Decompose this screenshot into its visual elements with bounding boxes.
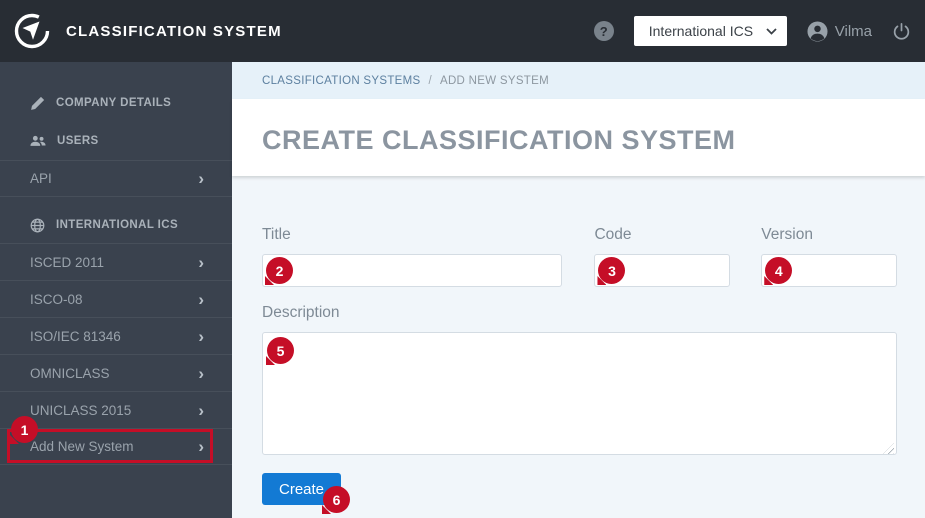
page-title: CREATE CLASSIFICATION SYSTEM [262,125,736,155]
annotation-badge-1: 1 [11,416,38,443]
chevron-right-icon: › [198,437,204,456]
sidebar-item-api[interactable]: API › [0,160,232,197]
sidebar-group-international-ics[interactable]: INTERNATIONAL ICS [0,207,232,243]
annotation-badge-2: 2 [266,257,293,284]
app-title: CLASSIFICATION SYSTEM [66,22,282,40]
chevron-right-icon: › [198,363,204,383]
description-textarea[interactable] [262,332,897,455]
description-field-group: Description 5 [262,304,897,460]
sidebar-item-label: USERS [57,135,99,147]
description-label: Description [262,304,340,321]
annotation-badge-6: 6 [323,486,350,513]
chevron-right-icon: › [198,400,204,420]
title-input[interactable] [262,254,563,287]
sidebar-item-isced-2011[interactable]: ISCED 2011 › [0,243,232,280]
sidebar-item-label: COMPANY DETAILS [56,97,172,109]
help-icon[interactable]: ? [593,21,614,41]
main-content: CLASSIFICATION SYSTEMS / ADD NEW SYSTEM … [232,62,925,518]
breadcrumb-classification-systems[interactable]: CLASSIFICATION SYSTEMS [262,75,420,87]
environment-select[interactable]: International ICS [633,16,787,46]
version-label: Version [761,226,813,243]
brand: CLASSIFICATION SYSTEM [12,11,282,51]
create-button-wrap: Create 6 [262,473,350,513]
sidebar-item-iso-iec-81346[interactable]: ISO/IEC 81346 › [0,317,232,354]
sidebar-item-users[interactable]: USERS [0,122,232,160]
version-field-group: Version 4 [761,226,897,287]
title-field-group: Title 2 [262,226,563,287]
chevron-right-icon: › [198,326,204,346]
code-label: Code [594,226,632,243]
title-label: Title [262,226,291,243]
sidebar-item-label: UNICLASS 2015 [30,402,132,418]
chevron-down-icon [766,27,777,35]
chevron-right-icon: › [198,289,204,309]
breadcrumb-current: ADD NEW SYSTEM [439,74,549,87]
user-name: Vilma [834,22,872,40]
sidebar-item-label: API [30,171,52,186]
create-system-form: Title 2 Code 3 Version 4 Description 5 C… [232,176,925,513]
chevron-right-icon: › [198,169,204,188]
chevron-right-icon: › [198,252,204,272]
app-logo-icon [12,11,52,51]
sidebar-item-isco-08[interactable]: ISCO-08 › [0,280,232,317]
user-menu[interactable]: Vilma [807,20,872,42]
topbar-actions: ? International ICS Vilma [593,16,911,46]
sidebar-item-omniclass[interactable]: OMNICLASS › [0,354,232,391]
user-avatar-icon [807,20,828,42]
sidebar-item-label: OMNICLASS [30,365,110,381]
sidebar: COMPANY DETAILS USERS API › INTERNATIONA… [0,62,232,518]
sidebar-item-label: ISCO-08 [30,291,83,307]
pencil-icon [30,96,45,111]
environment-select-value: International ICS [648,23,754,39]
globe-icon [30,218,45,233]
sidebar-item-company-details[interactable]: COMPANY DETAILS [0,84,232,122]
page-header: CREATE CLASSIFICATION SYSTEM [232,99,925,176]
top-bar: CLASSIFICATION SYSTEM ? International IC… [0,0,925,62]
code-field-group: Code 3 [594,226,731,287]
sidebar-item-label: ISO/IEC 81346 [30,328,121,344]
breadcrumb: CLASSIFICATION SYSTEMS / ADD NEW SYSTEM [232,62,925,99]
sidebar-item-label: Add New System [30,439,134,454]
breadcrumb-separator: / [428,74,432,87]
logout-power-icon[interactable] [892,22,911,41]
users-icon [30,134,46,148]
sidebar-item-label: INTERNATIONAL ICS [56,219,179,231]
sidebar-item-label: ISCED 2011 [30,254,105,270]
annotation-badge-5: 5 [267,337,294,364]
